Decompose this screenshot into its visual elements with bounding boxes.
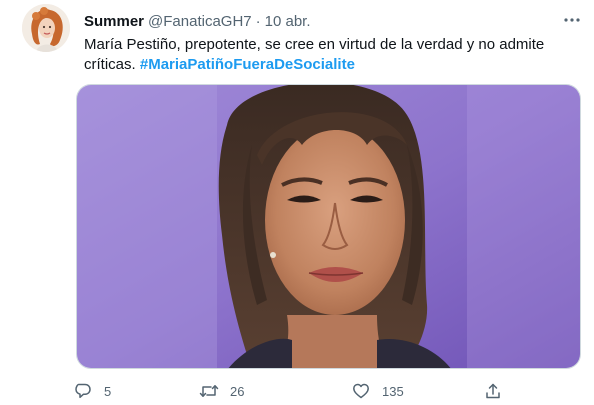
author-name[interactable]: Summer xyxy=(84,13,144,30)
tweet-actions: 5 26 135 xyxy=(72,380,512,402)
share-icon xyxy=(482,380,504,402)
heart-icon xyxy=(350,380,372,402)
tweet-header: Summer @FanaticaGH7 · 10 abr. xyxy=(84,11,311,31)
reply-count: 5 xyxy=(104,383,112,399)
retweet-icon xyxy=(198,380,220,402)
hashtag-link[interactable]: #MariaPatiñoFueraDeSocialite xyxy=(140,56,355,73)
tweet-image[interactable] xyxy=(76,84,581,369)
share-button[interactable] xyxy=(482,380,504,402)
avatar[interactable] xyxy=(22,4,70,52)
like-button[interactable]: 135 xyxy=(350,380,404,402)
reply-icon xyxy=(72,380,94,402)
separator-dot: · xyxy=(255,12,261,30)
retweet-button[interactable]: 26 xyxy=(198,380,244,402)
retweet-count: 26 xyxy=(230,383,245,399)
more-horizontal-icon[interactable] xyxy=(560,8,584,32)
reply-button[interactable]: 5 xyxy=(72,380,111,402)
tweet-text: María Pestiño, prepotente, se cree en vi… xyxy=(84,35,584,75)
like-count: 135 xyxy=(382,383,404,399)
author-handle[interactable]: @FanaticaGH7 xyxy=(148,13,252,30)
tweet-timestamp[interactable]: 10 abr. xyxy=(265,13,311,30)
tweet-card[interactable]: Summer @FanaticaGH7 · 10 abr. María Pest… xyxy=(0,0,594,405)
